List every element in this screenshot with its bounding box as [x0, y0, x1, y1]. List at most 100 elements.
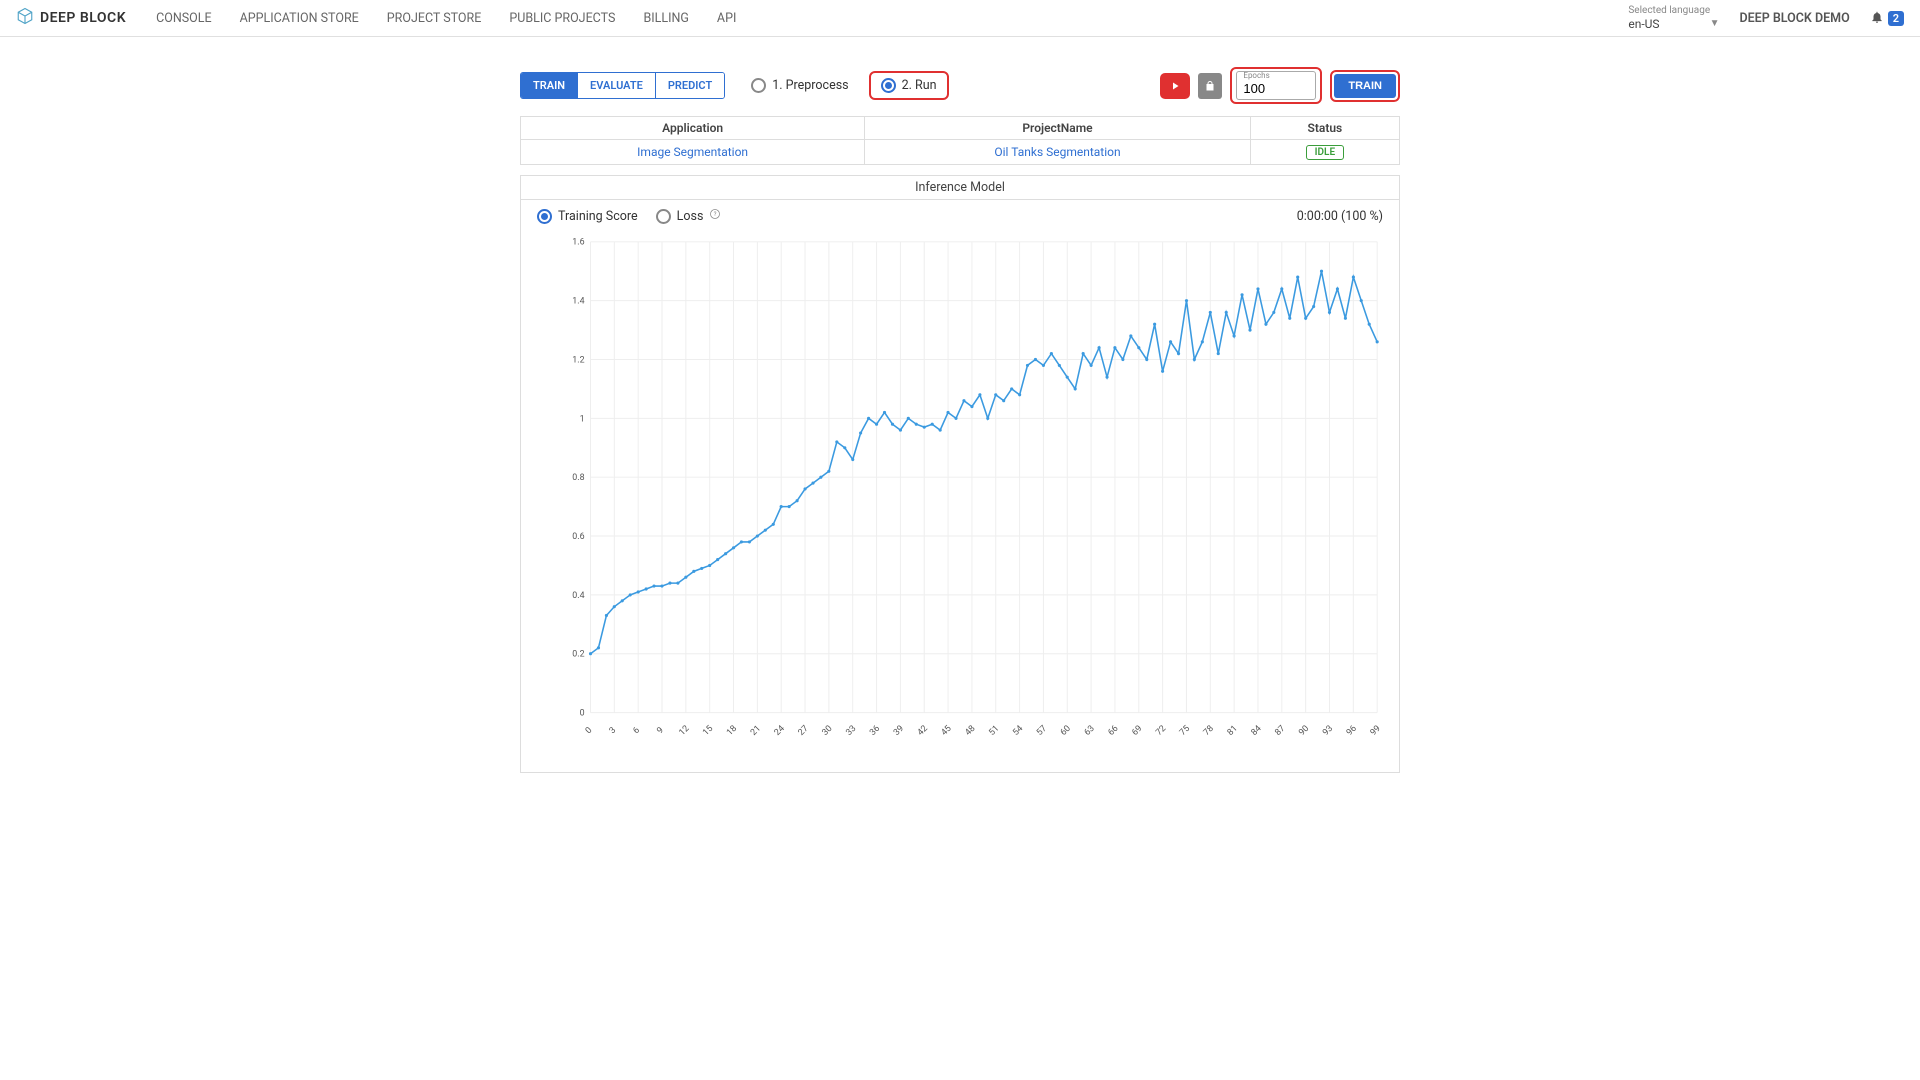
svg-text:54: 54 — [1011, 724, 1025, 738]
status-badge: IDLE — [1306, 145, 1344, 160]
svg-text:3: 3 — [608, 725, 619, 736]
svg-text:33: 33 — [844, 724, 858, 738]
nav-project-store[interactable]: PROJECT STORE — [387, 11, 482, 26]
svg-text:99: 99 — [1369, 724, 1383, 738]
nav-console[interactable]: CONSOLE — [156, 11, 212, 26]
svg-text:24: 24 — [773, 724, 787, 738]
svg-text:?: ? — [714, 211, 717, 218]
table-row: Image Segmentation Oil Tanks Segmentatio… — [521, 140, 1400, 165]
svg-text:90: 90 — [1297, 724, 1311, 738]
radio-on-icon — [537, 209, 552, 224]
svg-text:78: 78 — [1202, 724, 1216, 738]
epochs-highlight: Epochs — [1230, 67, 1322, 104]
epochs-label: Epochs — [1243, 72, 1309, 80]
svg-text:0.6: 0.6 — [572, 532, 584, 542]
control-row: TRAIN EVALUATE PREDICT 1. Preprocess 2. … — [520, 67, 1400, 104]
chart-title: Inference Model — [521, 176, 1399, 200]
chevron-down-icon: ▼ — [1710, 18, 1720, 30]
svg-text:21: 21 — [749, 724, 763, 738]
cell-application: Image Segmentation — [521, 140, 865, 165]
svg-text:0.8: 0.8 — [572, 473, 584, 483]
epochs-input[interactable] — [1243, 80, 1309, 99]
svg-text:6: 6 — [631, 725, 642, 736]
notification-count: 2 — [1888, 11, 1904, 26]
svg-text:48: 48 — [963, 724, 977, 738]
svg-text:1.4: 1.4 — [572, 297, 584, 307]
svg-text:0: 0 — [584, 725, 595, 736]
topbar: DEEP BLOCK CONSOLE APPLICATION STORE PRO… — [0, 0, 1920, 37]
train-button[interactable]: TRAIN — [1334, 74, 1396, 98]
training-timer: 0:00:00 (100 %) — [1297, 209, 1383, 224]
step-preprocess-label: 1. Preprocess — [772, 78, 848, 93]
svg-text:57: 57 — [1035, 724, 1049, 738]
svg-text:1: 1 — [580, 414, 585, 424]
main-content: TRAIN EVALUATE PREDICT 1. Preprocess 2. … — [520, 67, 1400, 773]
language-label: Selected language — [1628, 5, 1710, 17]
svg-text:72: 72 — [1154, 724, 1168, 738]
svg-text:75: 75 — [1178, 724, 1192, 738]
svg-text:69: 69 — [1130, 724, 1144, 738]
svg-text:42: 42 — [916, 724, 930, 738]
svg-text:1.6: 1.6 — [572, 238, 584, 248]
metric-training-score[interactable]: Training Score — [537, 209, 638, 224]
cell-projectname: Oil Tanks Segmentation — [865, 140, 1251, 165]
svg-text:60: 60 — [1059, 724, 1073, 738]
radio-on-icon — [881, 78, 896, 93]
svg-text:87: 87 — [1273, 724, 1287, 738]
help-icon[interactable]: ? — [709, 208, 721, 224]
lock-button[interactable] — [1198, 73, 1222, 99]
col-projectname: ProjectName — [865, 117, 1251, 140]
mode-tabs: TRAIN EVALUATE PREDICT — [520, 72, 725, 99]
svg-text:0: 0 — [580, 709, 585, 719]
svg-text:84: 84 — [1250, 724, 1264, 738]
nav-application-store[interactable]: APPLICATION STORE — [240, 11, 359, 26]
chart-panel: Inference Model Training Score Loss ? 0:… — [520, 175, 1400, 773]
tab-predict[interactable]: PREDICT — [655, 73, 724, 98]
video-help-button[interactable] — [1160, 73, 1190, 99]
svg-text:51: 51 — [987, 724, 1001, 738]
play-icon — [1169, 80, 1181, 92]
svg-text:27: 27 — [797, 724, 811, 738]
logo[interactable]: DEEP BLOCK — [16, 7, 126, 30]
logo-icon — [16, 7, 34, 30]
radio-off-icon — [751, 78, 766, 93]
step-run-label: 2. Run — [902, 78, 937, 93]
svg-text:15: 15 — [701, 724, 715, 738]
train-highlight: TRAIN — [1330, 70, 1400, 102]
svg-text:9: 9 — [655, 725, 666, 736]
svg-text:18: 18 — [725, 724, 739, 738]
tab-train[interactable]: TRAIN — [521, 73, 577, 98]
training-chart: 00.20.40.60.811.21.41.603691215182124273… — [561, 232, 1387, 742]
nav-public-projects[interactable]: PUBLIC PROJECTS — [509, 11, 615, 26]
bell-icon — [1870, 9, 1884, 28]
tab-evaluate[interactable]: EVALUATE — [577, 73, 655, 98]
svg-text:93: 93 — [1321, 724, 1335, 738]
radio-off-icon — [656, 209, 671, 224]
project-info-table: Application ProjectName Status Image Seg… — [520, 116, 1400, 165]
nav-api[interactable]: API — [717, 11, 736, 26]
language-selector[interactable]: Selected language en-US ▼ — [1628, 5, 1719, 31]
notifications[interactable]: 2 — [1862, 9, 1904, 28]
svg-text:63: 63 — [1083, 724, 1097, 738]
step-preprocess[interactable]: 1. Preprocess — [739, 71, 860, 100]
metric-loss[interactable]: Loss ? — [656, 208, 722, 224]
col-status: Status — [1250, 117, 1399, 140]
metric-training-score-label: Training Score — [558, 209, 638, 224]
svg-text:12: 12 — [677, 724, 691, 738]
metric-loss-label: Loss — [677, 209, 704, 224]
lock-icon — [1204, 80, 1216, 92]
svg-text:45: 45 — [940, 724, 954, 738]
col-application: Application — [521, 117, 865, 140]
svg-text:36: 36 — [868, 724, 882, 738]
svg-text:81: 81 — [1226, 724, 1240, 738]
svg-text:66: 66 — [1106, 724, 1120, 738]
svg-text:96: 96 — [1345, 724, 1359, 738]
user-name[interactable]: DEEP BLOCK DEMO — [1739, 11, 1849, 26]
svg-text:39: 39 — [892, 724, 906, 738]
epochs-field[interactable]: Epochs — [1236, 71, 1316, 100]
nav-billing[interactable]: BILLING — [643, 11, 688, 26]
step-run[interactable]: 2. Run — [869, 71, 949, 100]
plot-area: 00.20.40.60.811.21.41.603691215182124273… — [521, 232, 1399, 772]
nav-links: CONSOLE APPLICATION STORE PROJECT STORE … — [156, 11, 1628, 26]
svg-text:0.4: 0.4 — [572, 591, 584, 601]
